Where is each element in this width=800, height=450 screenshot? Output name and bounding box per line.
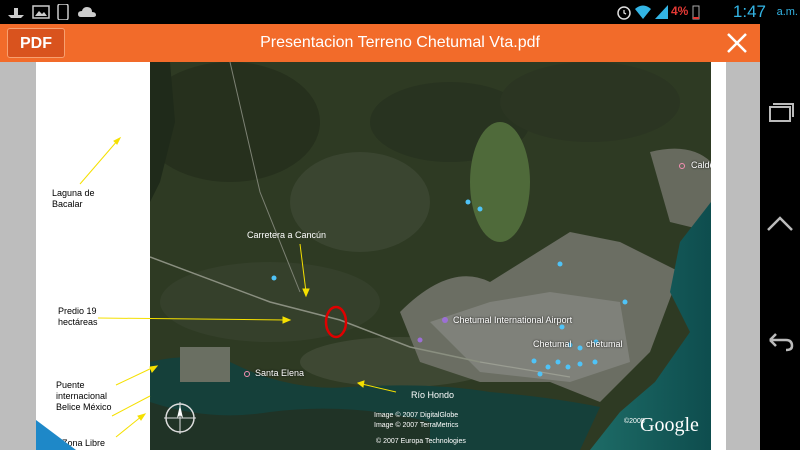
notification-image-icon <box>32 5 50 19</box>
annotation-predio: Predio 19 hectáreas <box>58 306 98 327</box>
corner-decoration <box>36 420 76 450</box>
title-bar: PDF Presentacion Terreno Chetumal Vta.pd… <box>0 24 760 62</box>
battery-percent: 4% <box>671 4 689 18</box>
status-ampm: a.m. <box>776 6 798 18</box>
wifi-icon <box>635 5 651 19</box>
app-screen: 4% 1:47 a.m. PDF Presentacion Terreno Ch… <box>0 0 800 450</box>
alarm-icon <box>617 6 631 20</box>
document-title: Presentacion Terreno Chetumal Vta.pdf <box>260 34 540 51</box>
status-time: 1:47 <box>732 2 766 21</box>
annotation-laguna: Laguna de Bacalar <box>52 188 95 209</box>
document-viewer[interactable]: Calde Chetumal International Airport Che… <box>0 62 760 450</box>
signal-icon <box>655 5 668 19</box>
home-icon[interactable] <box>764 210 796 242</box>
notification-phone-icon <box>57 4 69 20</box>
navigation-bar <box>760 24 800 450</box>
recent-apps-icon[interactable] <box>764 96 796 128</box>
battery-low-icon <box>692 5 700 20</box>
notification-boat-icon <box>8 8 24 18</box>
annotation-rio: Río Hondo <box>411 390 455 400</box>
annotation-arrows <box>79 136 397 438</box>
annotation-puente: Puente internacional Belice México <box>56 380 112 412</box>
pdf-page: Calde Chetumal International Airport Che… <box>36 62 726 450</box>
notification-cloud-icon <box>78 7 96 17</box>
status-bar: 4% 1:47 a.m. <box>0 0 800 24</box>
close-icon[interactable] <box>722 28 752 58</box>
pdf-badge[interactable]: PDF <box>7 28 65 58</box>
annotation-carretera: Carretera a Cancún <box>247 230 327 240</box>
back-icon[interactable] <box>764 324 796 356</box>
